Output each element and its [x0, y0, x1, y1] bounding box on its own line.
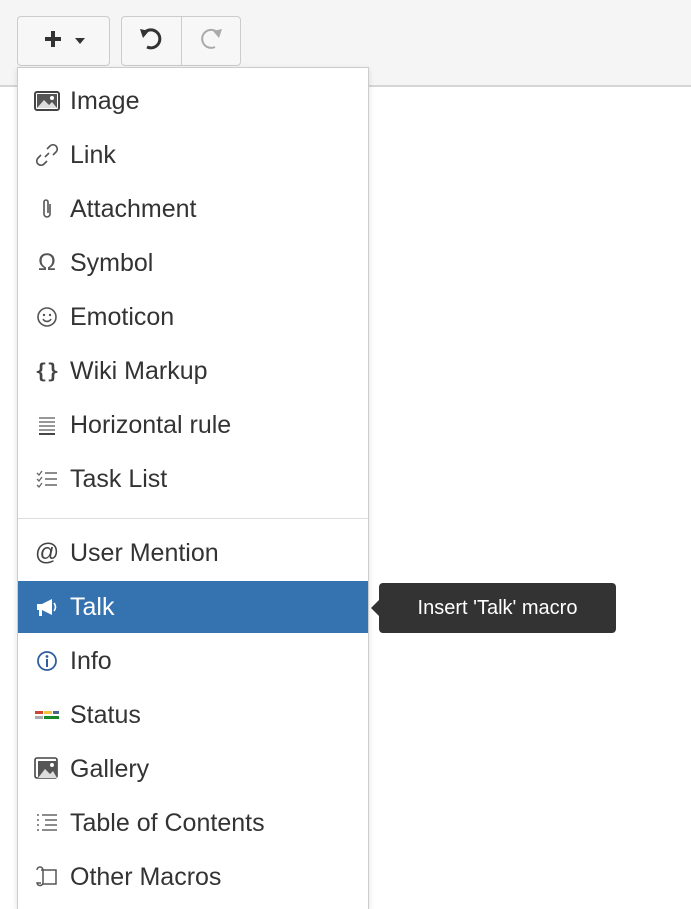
menu-item-info[interactable]: Info — [18, 635, 368, 687]
braces-icon: {} — [34, 359, 60, 383]
at-icon: @ — [34, 539, 60, 566]
menu-item-label: Talk — [70, 592, 115, 621]
undo-icon — [138, 27, 164, 56]
menu-item-gallery[interactable]: Gallery — [18, 743, 368, 795]
menu-item-link[interactable]: Link — [18, 129, 368, 181]
menu-item-label: Status — [70, 700, 141, 729]
talk-tooltip: Insert 'Talk' macro — [371, 583, 616, 633]
omega-icon: Ω — [38, 249, 56, 276]
menu-item-symbol[interactable]: Ω Symbol — [18, 237, 368, 289]
insert-menu: Image Link Attachment Ω Symbol Emoticon … — [17, 67, 369, 909]
menu-item-label: User Mention — [70, 538, 219, 567]
caret-down-icon — [74, 32, 86, 50]
paperclip-icon — [34, 196, 60, 222]
plus-icon — [42, 28, 64, 55]
menu-item-other-macros[interactable]: Other Macros — [18, 851, 368, 903]
menu-item-table-of-contents[interactable]: Table of Contents — [18, 797, 368, 849]
menu-item-emoticon[interactable]: Emoticon — [18, 291, 368, 343]
horizontal-rule-icon — [34, 412, 60, 438]
menu-item-image[interactable]: Image — [18, 75, 368, 127]
image-icon — [34, 88, 60, 114]
menu-item-attachment[interactable]: Attachment — [18, 183, 368, 235]
menu-item-wiki-markup[interactable]: {} Wiki Markup — [18, 345, 368, 397]
redo-button[interactable] — [180, 17, 241, 65]
menu-item-label: Link — [70, 140, 116, 169]
insert-more-button[interactable] — [17, 16, 110, 66]
menu-item-label: Wiki Markup — [70, 356, 208, 385]
menu-divider — [18, 518, 368, 519]
menu-item-label: Gallery — [70, 754, 150, 783]
menu-item-label: Task List — [70, 464, 168, 493]
menu-item-label: Other Macros — [70, 862, 222, 891]
gallery-icon — [34, 756, 60, 782]
menu-item-talk[interactable]: Talk — [18, 581, 368, 633]
info-icon — [34, 648, 60, 674]
menu-item-label: Symbol — [70, 248, 154, 277]
menu-item-label: Attachment — [70, 194, 197, 223]
smiley-icon — [34, 304, 60, 330]
toc-icon — [34, 810, 60, 836]
status-icon — [34, 702, 60, 728]
menu-item-label: Info — [70, 646, 112, 675]
redo-icon — [198, 27, 224, 56]
task-list-icon — [34, 466, 60, 492]
menu-item-label: Image — [70, 86, 140, 115]
megaphone-icon — [34, 594, 60, 620]
menu-item-status[interactable]: Status — [18, 689, 368, 741]
menu-item-label: Emoticon — [70, 302, 175, 331]
link-icon — [34, 142, 60, 168]
menu-item-label: Table of Contents — [70, 808, 265, 837]
menu-item-horizontal-rule[interactable]: Horizontal rule — [18, 399, 368, 451]
menu-item-task-list[interactable]: Task List — [18, 453, 368, 505]
macro-icon — [34, 864, 60, 890]
menu-item-label: Horizontal rule — [70, 410, 232, 439]
menu-item-user-mention[interactable]: @ User Mention — [18, 527, 368, 579]
undo-redo-group — [121, 16, 241, 66]
undo-button[interactable] — [122, 17, 181, 65]
